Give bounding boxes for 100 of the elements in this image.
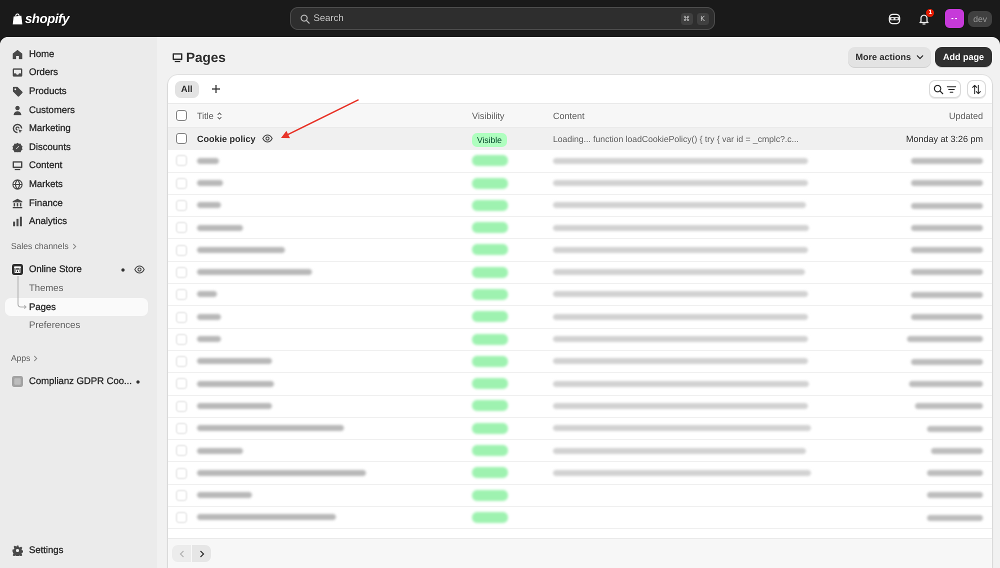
- target-icon: [12, 123, 23, 134]
- add-view-button[interactable]: [210, 84, 221, 94]
- nav-item[interactable]: Orders: [5, 64, 148, 82]
- sort-icon: [216, 110, 223, 120]
- app-tile-icon: [12, 376, 23, 388]
- blurred-date: [911, 314, 983, 320]
- avatar-icon[interactable]: [945, 9, 964, 28]
- nav-item[interactable]: Marketing: [5, 119, 148, 138]
- settings-icon: [12, 545, 23, 556]
- blurred-title: [197, 336, 221, 342]
- monitor-icon: [12, 160, 23, 172]
- section-link[interactable]: Sales channels: [5, 236, 148, 256]
- nav-subitem[interactable]: Pages: [5, 298, 148, 316]
- page-title: Pages: [186, 50, 226, 64]
- blurred-date: [911, 224, 983, 231]
- chevron-right-icon: [33, 354, 38, 362]
- blurred-title: [197, 202, 221, 208]
- blurred-date: [927, 514, 983, 521]
- blurred-status-badge: [472, 334, 508, 345]
- blurred-status-badge: [472, 311, 508, 322]
- blurred-date: [911, 358, 983, 365]
- tag-icon: [12, 86, 23, 97]
- nav-item[interactable]: Analytics: [5, 212, 148, 231]
- nav-item[interactable]: Home: [5, 45, 148, 64]
- chevron-left-icon: [178, 550, 184, 558]
- blurred-status-badge: [472, 422, 508, 434]
- nav-item[interactable]: Complianz GDPR Coo...: [5, 372, 136, 392]
- column-header: Content: [553, 110, 585, 120]
- blurred-status-badge: [472, 400, 508, 412]
- robot-icon[interactable]: [888, 12, 902, 24]
- nav-item[interactable]: Settings: [5, 541, 148, 560]
- blurred-title: [197, 158, 219, 164]
- inbox-icon: [12, 67, 23, 78]
- blurred-date: [911, 202, 983, 209]
- blurred-status-badge: [472, 178, 508, 188]
- blurred-title: [197, 448, 243, 454]
- blurred-date: [927, 470, 983, 476]
- column-header[interactable]: Title: [197, 110, 223, 120]
- eye-icon[interactable]: [262, 133, 273, 144]
- blurred-status-badge: [472, 155, 508, 166]
- blurred-date: [927, 492, 983, 498]
- add-page-button[interactable]: Add page: [934, 47, 992, 67]
- nav-item[interactable]: Products: [5, 82, 148, 101]
- eye-icon[interactable]: [134, 264, 145, 276]
- nav-item[interactable]: Content: [5, 156, 148, 176]
- table-row[interactable]: Cookie policy Visible Loading... function loadCookiePolicy() { try { var id = _cmplc?.c... Monday at 3:26 pm: [168, 128, 992, 150]
- blurred-date: [927, 426, 983, 432]
- blurred-status-badge: [472, 266, 508, 278]
- chevron-right-icon: [198, 550, 204, 558]
- column-header: Visibility: [472, 110, 504, 120]
- blurred-status-badge: [472, 356, 508, 367]
- sort-arrows-icon: [971, 84, 982, 94]
- nav-item[interactable]: Markets: [5, 175, 148, 194]
- dot-icon: [121, 268, 125, 272]
- next-page-button[interactable]: [192, 545, 211, 562]
- search-icon: [300, 14, 310, 24]
- nav-subitem[interactable]: Themes: [5, 279, 148, 298]
- plus-icon: [210, 84, 221, 94]
- nav-item[interactable]: Online Store: [5, 260, 121, 280]
- nav-item[interactable]: Finance: [5, 194, 148, 212]
- blurred-date: [915, 403, 983, 410]
- bell-icon[interactable]: [918, 12, 930, 24]
- monitor-icon: [172, 52, 183, 62]
- blurred-status-badge: [472, 200, 508, 211]
- nav-subitem[interactable]: Preferences: [5, 316, 148, 335]
- nav-item[interactable]: Customers: [5, 100, 148, 120]
- nav-item[interactable]: Discounts: [5, 138, 148, 157]
- blurred-date: [911, 292, 983, 298]
- view-tab[interactable]: All: [175, 80, 199, 98]
- row-checkbox[interactable]: [176, 133, 187, 144]
- column-header: Updated: [948, 110, 983, 120]
- globe-icon: [12, 178, 23, 190]
- blurred-status-badge: [472, 378, 508, 390]
- blurred-status-badge: [472, 445, 508, 456]
- section-link[interactable]: Apps: [5, 348, 148, 368]
- tree-connector: [16, 276, 26, 310]
- sort-button[interactable]: [967, 80, 986, 98]
- search-icon: [933, 84, 944, 94]
- chevron-right-icon: [72, 242, 77, 250]
- filter-icon: [946, 84, 957, 94]
- logo-wordmark[interactable]: shopify: [25, 11, 70, 26]
- updated-cell-text: Monday at 3:26 pm: [904, 134, 983, 144]
- search-filter-button[interactable]: [929, 80, 961, 98]
- blurred-title: [197, 180, 223, 186]
- blurred-title: [197, 492, 252, 498]
- blurred-status-badge: [472, 244, 508, 256]
- status-badge: Visible: [472, 132, 507, 147]
- blurred-status-badge: [472, 490, 508, 501]
- dot-icon: [136, 380, 140, 384]
- blurred-date: [911, 180, 983, 186]
- bar-chart-icon: [12, 216, 23, 228]
- discount-badge-icon: [12, 142, 23, 153]
- blurred-status-badge: [472, 467, 508, 478]
- page-title-link[interactable]: Cookie policy: [197, 134, 256, 144]
- store-label[interactable]: dev: [968, 10, 992, 26]
- shopping-bag-icon[interactable]: [12, 12, 23, 25]
- more-actions-button[interactable]: More actions: [848, 47, 931, 67]
- blurred-title: [197, 291, 217, 298]
- content-cell-text: Loading... function loadCookiePolicy() { try { var id = _cmplc?.c...: [553, 134, 800, 144]
- select-all-checkbox[interactable]: [176, 110, 187, 121]
